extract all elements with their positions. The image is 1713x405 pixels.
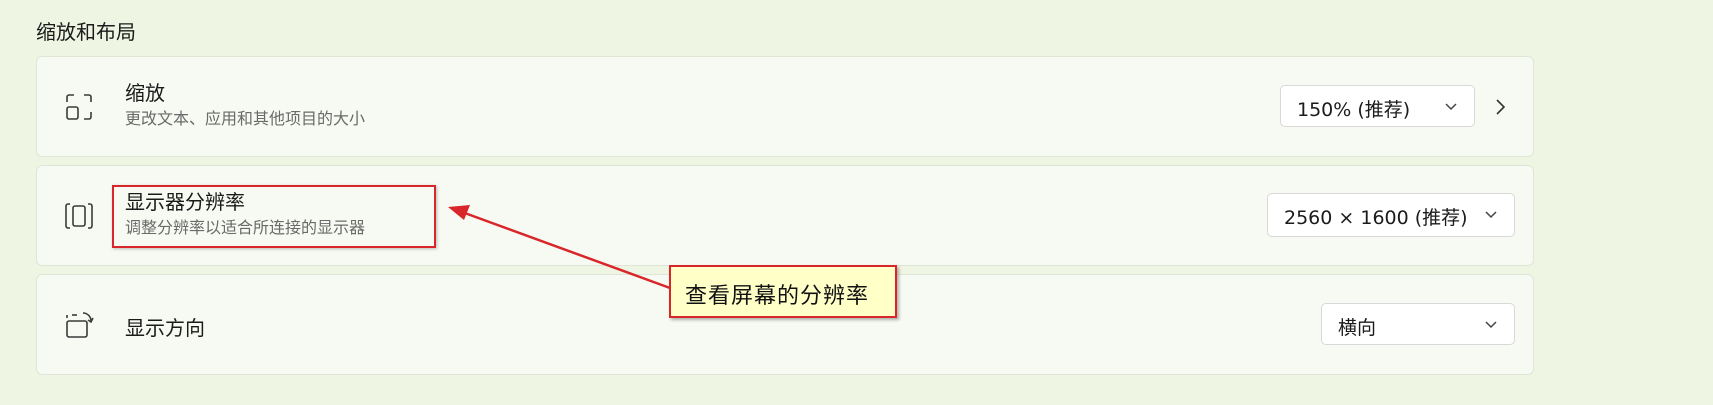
resolution-dropdown-value: 2560 × 1600 (推荐) xyxy=(1284,207,1468,229)
scale-dropdown-value: 150% (推荐) xyxy=(1297,99,1411,121)
scale-title: 缩放 xyxy=(125,81,165,105)
scale-dropdown[interactable]: 150% (推荐) xyxy=(1280,85,1475,127)
chevron-down-icon xyxy=(1445,103,1457,111)
annotation-callout-text: 查看屏幕的分辨率 xyxy=(685,284,870,309)
chevron-down-icon xyxy=(1485,211,1497,219)
orientation-dropdown[interactable]: 横向 xyxy=(1321,303,1515,345)
orientation-title: 显示方向 xyxy=(125,316,205,340)
resolution-highlight-box xyxy=(112,185,436,248)
chevron-right-icon[interactable] xyxy=(1489,96,1511,118)
scale-subtitle: 更改文本、应用和其他项目的大小 xyxy=(125,109,366,128)
annotation-callout: 查看屏幕的分辨率 xyxy=(669,265,897,318)
chevron-down-icon xyxy=(1485,321,1497,329)
resolution-icon xyxy=(65,203,93,229)
scale-setting-card[interactable]: 缩放 更改文本、应用和其他项目的大小 150% (推荐) xyxy=(36,56,1534,157)
section-title: 缩放和布局 xyxy=(36,20,136,44)
orientation-icon xyxy=(66,312,94,338)
orientation-dropdown-value: 横向 xyxy=(1338,317,1377,339)
scale-icon xyxy=(66,94,92,120)
resolution-dropdown[interactable]: 2560 × 1600 (推荐) xyxy=(1267,193,1515,237)
